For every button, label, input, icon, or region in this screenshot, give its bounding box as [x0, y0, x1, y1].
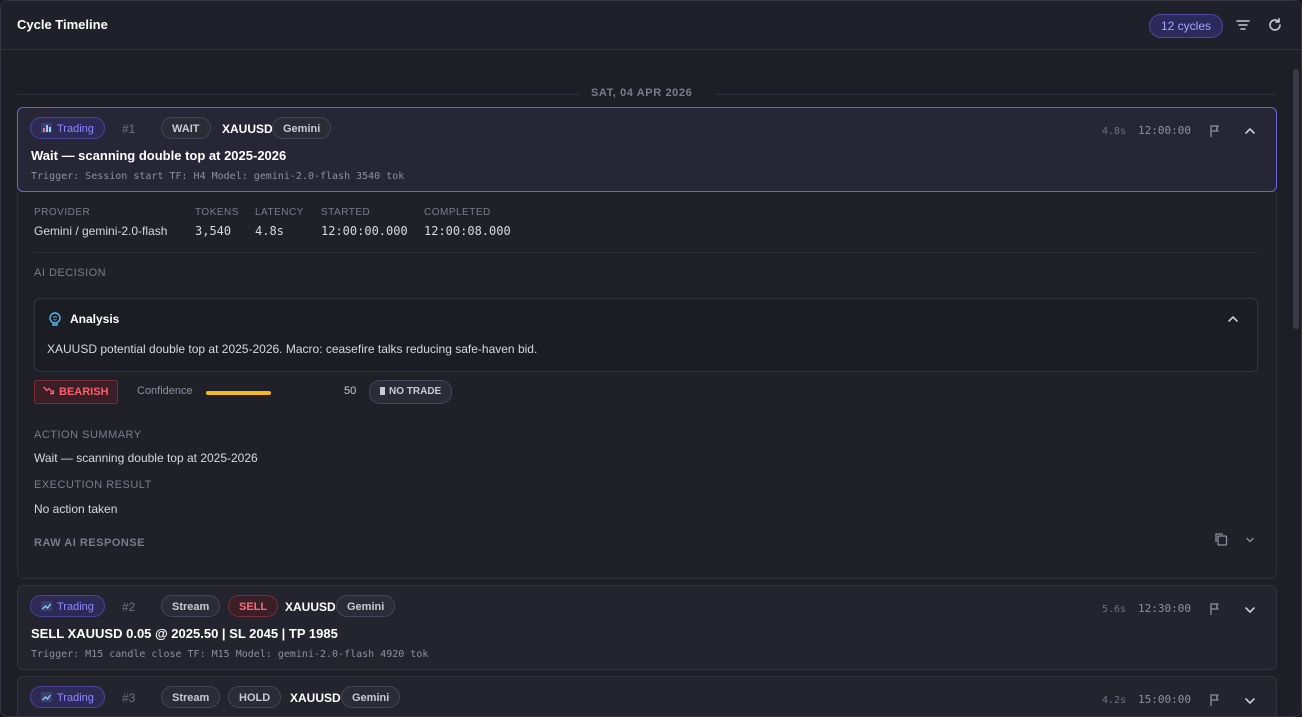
- action-badge: HOLD: [228, 686, 282, 708]
- cycles-count-badge: 12 cycles: [1149, 14, 1224, 38]
- brain-icon: [48, 312, 62, 326]
- details-divider: [34, 252, 1258, 253]
- trade-status-badge: NO TRADE: [369, 380, 453, 404]
- cycle-time: 15:00:00: [1138, 693, 1191, 706]
- date-divider: SAT, 04 APR 2026: [17, 87, 1275, 101]
- provider-label: PROVIDER: [34, 207, 91, 218]
- chevron-down-icon[interactable]: [1243, 694, 1257, 708]
- provider-badge: Gemini: [272, 117, 332, 139]
- provider-badge: Gemini: [341, 686, 401, 708]
- scrollbar[interactable]: [1293, 69, 1299, 329]
- cycle-details: PROVIDER Gemini / gemini-2.0-flash TOKEN…: [17, 192, 1277, 579]
- pause-icon: [380, 387, 385, 395]
- confidence-bar: [206, 391, 271, 395]
- refresh-icon[interactable]: [1266, 16, 1284, 34]
- panel-header: Cycle Timeline 12 cycles: [1, 1, 1301, 50]
- execution-result: No action taken: [34, 502, 118, 516]
- type-label: Trading: [57, 601, 94, 613]
- sentiment-label: BEARISH: [59, 386, 109, 398]
- chevron-up-icon[interactable]: [1243, 124, 1257, 138]
- cycle-card-1[interactable]: Trading #1 WAIT XAUUSD Gemini 4.8s 12:00…: [17, 107, 1277, 192]
- type-label: Trading: [57, 123, 94, 135]
- provider-badge: Gemini: [336, 595, 396, 617]
- cycle-title: Wait — scanning double top at 2025-2026: [31, 148, 287, 163]
- cycle-index: #1: [122, 122, 136, 136]
- mode-badge: Stream: [161, 686, 221, 708]
- chevron-down-icon[interactable]: [1243, 603, 1257, 617]
- type-pill: Trading: [30, 595, 105, 617]
- cycle-meta: Trigger: M15 candle close TF: M15 Model:…: [31, 649, 429, 660]
- cycle-index: #3: [122, 691, 136, 705]
- cycle-card-2[interactable]: Trading #2 Stream SELL XAUUSD Gemini 5.6…: [17, 585, 1277, 670]
- execution-result-label: EXECUTION RESULT: [34, 479, 152, 491]
- chevron-up-icon[interactable]: [1226, 312, 1240, 326]
- cycle-time: 12:30:00: [1138, 602, 1191, 615]
- confidence-value: 50: [344, 385, 357, 397]
- completed-label: COMPLETED: [424, 207, 491, 218]
- filter-icon[interactable]: [1234, 16, 1252, 34]
- ai-decision-label: AI DECISION: [34, 267, 107, 279]
- action-summary-label: ACTION SUMMARY: [34, 429, 142, 441]
- tokens-label: TOKENS: [195, 207, 239, 218]
- confidence-label: Confidence: [137, 385, 193, 397]
- timeline-body: SAT, 04 APR 2026 Trading #1 WAIT XAUUSD …: [17, 61, 1277, 716]
- action-summary: Wait — scanning double top at 2025-2026: [34, 451, 258, 465]
- tokens-value: 3,540: [195, 224, 232, 238]
- cycle-index: #2: [122, 600, 136, 614]
- started-label: STARTED: [321, 207, 371, 218]
- symbol: XAUUSD: [285, 600, 336, 614]
- symbol: XAUUSD: [222, 122, 273, 136]
- completed-value: 12:00:08.000: [424, 224, 511, 238]
- type-label: Trading: [57, 692, 94, 704]
- date-label: SAT, 04 APR 2026: [591, 87, 693, 99]
- analysis-box: Analysis XAUUSD potential double top at …: [34, 298, 1258, 372]
- provider-value: Gemini / gemini-2.0-flash: [34, 224, 168, 238]
- divider-line: [715, 94, 1275, 95]
- latency-value: 4.8s: [255, 224, 284, 238]
- type-pill: Trading: [30, 686, 105, 708]
- analysis-text: XAUUSD potential double top at 2025-2026…: [47, 342, 538, 356]
- panel-title: Cycle Timeline: [17, 17, 108, 32]
- latency: 5.6s: [1102, 604, 1127, 615]
- flag-icon[interactable]: [1208, 693, 1222, 707]
- latency: 4.2s: [1102, 695, 1127, 706]
- divider-line: [17, 94, 579, 95]
- copy-icon[interactable]: [1214, 532, 1228, 546]
- cycle-title: SELL XAUUSD 0.05 @ 2025.50 | SL 2045 | T…: [31, 626, 338, 641]
- symbol: XAUUSD: [290, 691, 341, 705]
- type-pill: Trading: [30, 117, 105, 139]
- action-badge: SELL: [228, 595, 279, 617]
- cycle-card-3[interactable]: Trading #3 Stream HOLD XAUUSD Gemini 4.2…: [17, 676, 1277, 716]
- sentiment-badge: BEARISH: [34, 380, 118, 404]
- chevron-down-icon[interactable]: [1244, 533, 1258, 547]
- trade-status-label: NO TRADE: [389, 386, 442, 397]
- bar-chart-icon: [41, 119, 52, 133]
- cycle-time: 12:00:00: [1138, 124, 1191, 137]
- analysis-title: Analysis: [70, 312, 120, 326]
- trend-down-icon: [43, 381, 55, 395]
- flag-icon[interactable]: [1208, 602, 1222, 616]
- raw-response-label: RAW AI RESPONSE: [34, 537, 145, 549]
- mode-badge: Stream: [161, 595, 221, 617]
- trend-chart-icon: [41, 688, 52, 702]
- cycle-timeline-panel: Cycle Timeline 12 cycles SAT, 04 APR 202…: [0, 0, 1302, 717]
- started-value: 12:00:00.000: [321, 224, 408, 238]
- trend-chart-icon: [41, 597, 52, 611]
- flag-icon[interactable]: [1208, 124, 1222, 138]
- latency-label: LATENCY: [255, 207, 304, 218]
- action-badge: WAIT: [161, 117, 211, 139]
- cycle-meta: Trigger: Session start TF: H4 Model: gem…: [31, 171, 405, 182]
- latency: 4.8s: [1102, 126, 1127, 137]
